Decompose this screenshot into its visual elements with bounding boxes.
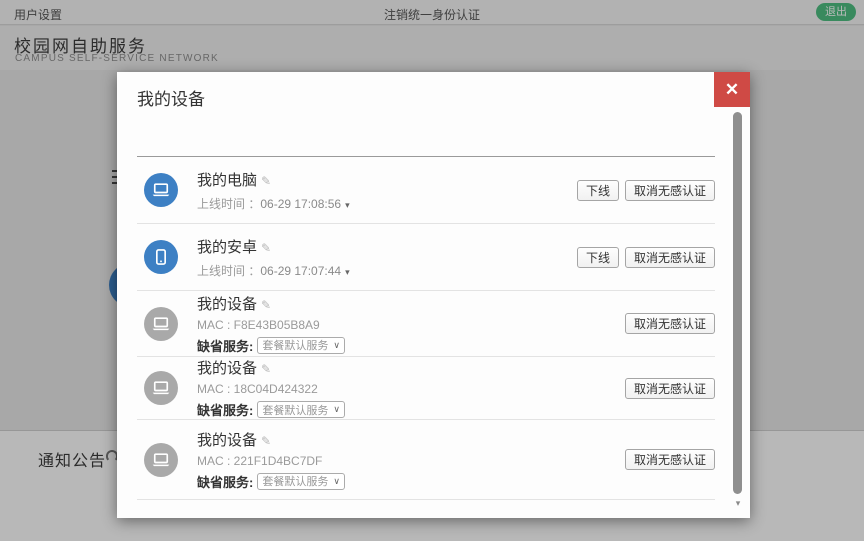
- online-time-label: 上线时间 ：: [197, 197, 260, 211]
- chevron-down-icon: ∨: [333, 404, 340, 415]
- device-name: 我的设备: [197, 296, 257, 313]
- edit-icon[interactable]: ✎: [261, 434, 271, 448]
- scrollbar[interactable]: ▾: [731, 108, 745, 512]
- cancel-auth-button[interactable]: 取消无感认证: [625, 180, 715, 201]
- device-list: 我的电脑✎ 上线时间 ：06-29 17:08:56▾ 下线 取消无感认证 我的…: [117, 157, 750, 500]
- cancel-auth-button[interactable]: 取消无感认证: [625, 449, 715, 470]
- device-name: 我的设备: [197, 360, 257, 377]
- device-row: 我的电脑 ✎ 上线时间 ：06-29 17:08:56 ▾ 下线 取消无感认证: [137, 157, 715, 224]
- mac-value: 18C04D424322: [234, 382, 318, 396]
- chevron-down-icon: ∨: [333, 476, 340, 487]
- device-name: 我的电脑: [197, 172, 257, 189]
- mac-label: MAC :: [197, 454, 234, 468]
- mac-value: 221F1D4BC7DF: [234, 454, 323, 468]
- service-select[interactable]: 套餐默认服务∨: [257, 473, 345, 490]
- device-row: 我的安卓 ✎ 上线时间 ：06-29 17:07:44 ▾ 下线 取消无感认证: [137, 224, 715, 291]
- service-select[interactable]: 套餐默认服务∨: [257, 401, 345, 418]
- laptop-icon: [144, 307, 178, 341]
- smartphone-icon: [144, 240, 178, 274]
- device-row: 我的设备 ✎ MAC : F8E43B05B8A9 缺省服务: 套餐默认服务∨ 取…: [137, 291, 715, 357]
- edit-icon[interactable]: ✎: [261, 174, 271, 188]
- device-name: 我的设备: [197, 432, 257, 449]
- online-time-value: 06-29 17:08:56: [260, 197, 341, 211]
- default-service-label: 缺省服务:: [197, 336, 253, 355]
- scrollbar-thumb[interactable]: [733, 112, 742, 494]
- chevron-down-icon[interactable]: ▾: [345, 267, 350, 277]
- default-service-label: 缺省服务:: [197, 400, 253, 419]
- service-select[interactable]: 套餐默认服务∨: [257, 337, 345, 354]
- laptop-icon: [144, 173, 178, 207]
- cancel-auth-button[interactable]: 取消无感认证: [625, 247, 715, 268]
- mac-value: F8E43B05B8A9: [234, 318, 320, 332]
- laptop-icon: [144, 443, 178, 477]
- cancel-auth-button[interactable]: 取消无感认证: [625, 313, 715, 334]
- mac-label: MAC :: [197, 382, 234, 396]
- edit-icon[interactable]: ✎: [261, 241, 271, 255]
- chevron-down-icon: ∨: [333, 340, 340, 351]
- dialog-header: 我的设备: [137, 72, 715, 157]
- scroll-down-icon[interactable]: ▾: [732, 498, 744, 509]
- close-icon[interactable]: ✕: [714, 72, 750, 107]
- mac-label: MAC :: [197, 318, 234, 332]
- my-devices-dialog: ✕ 我的设备 我的电脑✎ 上线时间 ：06-29 17:08:56▾ 下线 取消…: [117, 72, 750, 518]
- dialog-title: 我的设备: [137, 85, 205, 110]
- device-row: 我的设备 ✎ MAC : 221F1D4BC7DF 缺省服务: 套餐默认服务∨ 取…: [137, 420, 715, 500]
- default-service-label: 缺省服务:: [197, 472, 253, 491]
- edit-icon[interactable]: ✎: [261, 362, 271, 376]
- online-time-value: 06-29 17:07:44: [260, 264, 341, 278]
- online-time-label: 上线时间 ：: [197, 264, 260, 278]
- chevron-down-icon[interactable]: ▾: [345, 200, 350, 210]
- laptop-icon: [144, 371, 178, 405]
- device-name: 我的安卓: [197, 239, 257, 256]
- offline-button[interactable]: 下线: [577, 247, 619, 268]
- cancel-auth-button[interactable]: 取消无感认证: [625, 378, 715, 399]
- device-row: 我的设备 ✎ MAC : 18C04D424322 缺省服务: 套餐默认服务∨ 取…: [137, 357, 715, 420]
- offline-button[interactable]: 下线: [577, 180, 619, 201]
- edit-icon[interactable]: ✎: [261, 298, 271, 312]
